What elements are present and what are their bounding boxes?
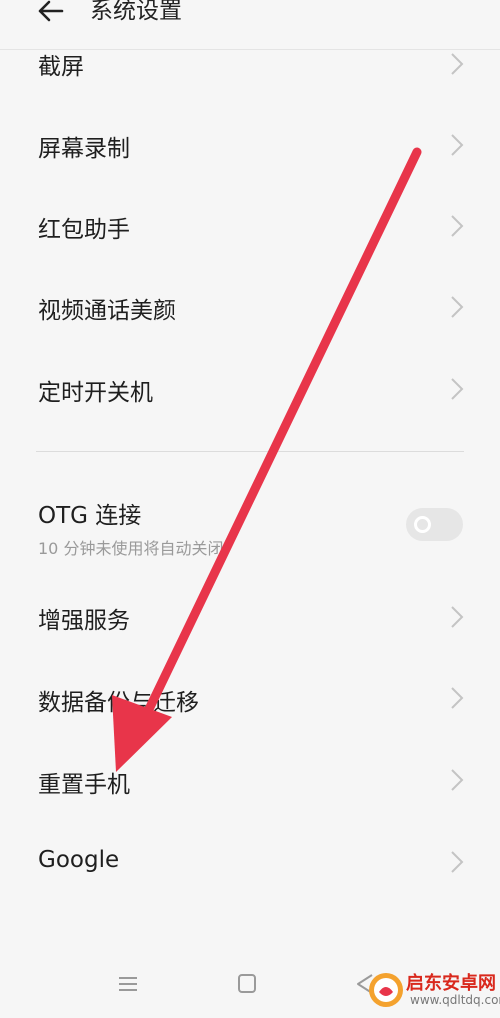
page-title: 系统设置 — [90, 0, 182, 24]
setting-item-label: 红包助手 — [38, 217, 130, 243]
setting-item-enhanced-services[interactable]: 增强服务 — [0, 583, 500, 653]
setting-item-label: 视频通话美颜 — [38, 298, 176, 324]
setting-item-label: 数据备份与迁移 — [38, 690, 199, 716]
setting-item-scheduled-power[interactable]: 定时开关机 — [0, 354, 500, 424]
chevron-right-icon — [451, 769, 464, 791]
chevron-right-icon — [451, 296, 464, 318]
setting-item-label: OTG 连接 — [38, 503, 142, 529]
setting-item-google[interactable]: Google — [0, 827, 500, 897]
watermark-url: www.qdltdq.com — [410, 993, 500, 1007]
chevron-right-icon — [451, 53, 464, 75]
watermark-logo-icon — [369, 973, 403, 1007]
site-watermark: 启东安卓网 www.qdltdq.com — [366, 966, 500, 1014]
chevron-right-icon — [451, 606, 464, 628]
otg-toggle-switch[interactable] — [406, 508, 463, 541]
setting-item-screenshot[interactable]: 截屏 — [0, 30, 500, 100]
setting-item-label: 重置手机 — [38, 772, 130, 798]
home-button[interactable] — [230, 969, 264, 999]
setting-item-label: 增强服务 — [38, 608, 130, 634]
setting-item-label: 定时开关机 — [38, 380, 153, 406]
arrow-left-icon — [38, 0, 64, 22]
menu-button[interactable] — [111, 969, 145, 999]
chevron-right-icon — [451, 215, 464, 237]
chevron-right-icon — [451, 851, 464, 873]
home-square-icon — [238, 974, 256, 993]
toggle-knob — [414, 516, 431, 533]
setting-item-data-backup[interactable]: 数据备份与迁移 — [0, 664, 500, 734]
setting-item-reset-phone[interactable]: 重置手机 — [0, 745, 500, 815]
chevron-right-icon — [451, 378, 464, 400]
chevron-right-icon — [451, 134, 464, 156]
back-button[interactable] — [34, 0, 68, 28]
chevron-right-icon — [451, 687, 464, 709]
setting-item-red-packet-assistant[interactable]: 红包助手 — [0, 192, 500, 262]
setting-item-label: 屏幕录制 — [38, 136, 130, 162]
setting-item-label: 截屏 — [38, 54, 84, 80]
setting-item-subtitle: 10 分钟未使用将自动关闭 — [38, 539, 224, 558]
setting-item-screen-recording[interactable]: 屏幕录制 — [0, 111, 500, 181]
setting-item-video-call-beauty[interactable]: 视频通话美颜 — [0, 273, 500, 343]
section-divider — [36, 451, 464, 452]
menu-icon — [119, 977, 137, 991]
setting-item-label: Google — [38, 847, 120, 873]
watermark-title: 启东安卓网 — [406, 973, 496, 994]
